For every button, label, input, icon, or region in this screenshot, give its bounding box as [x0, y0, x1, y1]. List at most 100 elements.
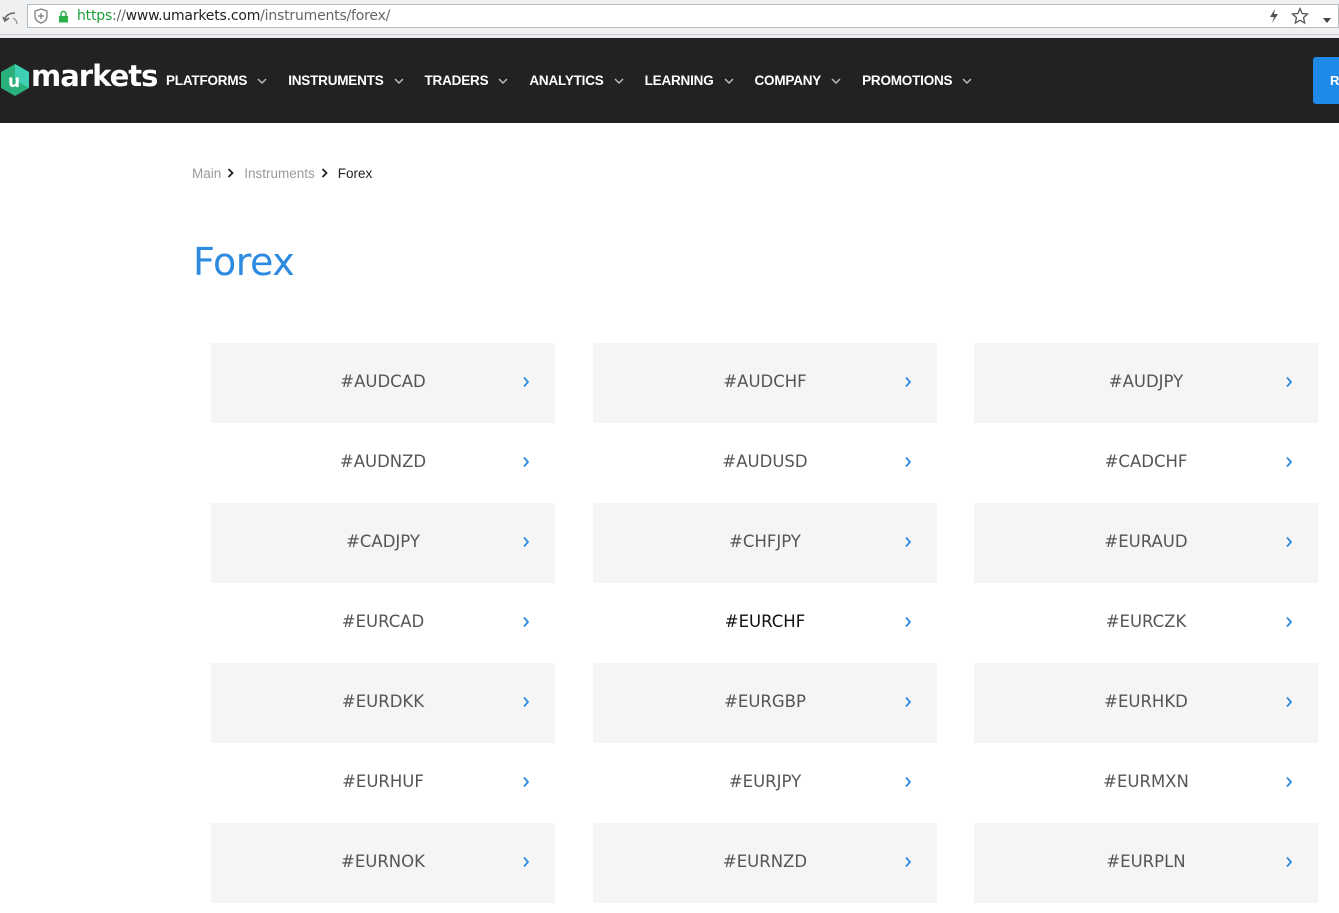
instrument-card[interactable]: #EURNZD: [593, 823, 937, 903]
shield-icon[interactable]: [33, 8, 49, 29]
nav-item-label: ANALYTICS: [529, 73, 604, 88]
chevron-right-icon: [1285, 535, 1293, 553]
chevron-right-icon: [1285, 775, 1293, 793]
logo-hexagon-icon: u: [0, 63, 30, 102]
logo-wordmark: markets: [31, 59, 158, 93]
instrument-symbol: #EURAUD: [1104, 532, 1188, 551]
instrument-card[interactable]: #CHFJPY: [593, 503, 937, 583]
instrument-card[interactable]: #EURMXN: [974, 743, 1318, 823]
url-field[interactable]: https://www.umarkets.com/instruments/for…: [27, 4, 1339, 28]
chevron-right-icon: [904, 615, 912, 633]
instrument-symbol: #EURCZK: [1105, 612, 1187, 631]
instrument-card[interactable]: #AUDJPY: [974, 343, 1318, 423]
instrument-card[interactable]: #EURCZK: [974, 583, 1318, 663]
instrument-card[interactable]: #EURCHF: [593, 583, 937, 663]
nav-item-label: TRADERS: [424, 73, 489, 88]
breadcrumb-current: Forex: [337, 166, 373, 181]
nav-item-label: LEARNING: [644, 73, 714, 88]
instrument-card[interactable]: #AUDCHF: [593, 343, 937, 423]
chevron-down-icon: [393, 73, 404, 88]
nav-item-label: COMPANY: [754, 73, 822, 88]
chevron-down-icon: [614, 73, 624, 88]
chevron-right-icon: [522, 615, 530, 633]
breadcrumb-instruments[interactable]: Instruments: [244, 166, 315, 181]
instrument-symbol: #EURCHF: [724, 612, 806, 631]
instrument-symbol: #EURGBP: [724, 692, 806, 711]
chevron-right-icon: [227, 166, 235, 181]
chevron-down-icon: [723, 73, 734, 88]
chevron-down-icon: [498, 73, 508, 88]
chevron-right-icon: [904, 375, 912, 393]
chevron-right-icon: [522, 855, 530, 873]
back-icon[interactable]: [0, 6, 22, 28]
instrument-card[interactable]: #CADJPY: [211, 503, 555, 583]
instrument-card[interactable]: #AUDNZD: [211, 423, 555, 503]
instrument-card[interactable]: #EURJPY: [593, 743, 937, 823]
instrument-symbol: #AUDNZD: [339, 452, 427, 471]
instrument-card[interactable]: #AUDUSD: [593, 423, 937, 503]
instrument-card[interactable]: #EURCAD: [211, 583, 555, 663]
nav-item-instruments[interactable]: INSTRUMENTS: [288, 73, 404, 88]
breadcrumb-main[interactable]: Main: [192, 166, 221, 181]
chevron-down-icon: [257, 73, 267, 88]
instrument-symbol: #AUDCHF: [723, 372, 807, 391]
nav-cta-button[interactable]: R: [1313, 57, 1339, 104]
instrument-card[interactable]: #CADCHF: [974, 423, 1318, 503]
chevron-right-icon: [904, 535, 912, 553]
dropdown-arrow-icon[interactable]: [1322, 12, 1332, 30]
nav-item-analytics[interactable]: ANALYTICS: [529, 73, 624, 88]
instrument-symbol: #EURNZD: [722, 852, 808, 871]
nav-item-traders[interactable]: TRADERS: [425, 73, 509, 88]
instrument-symbol: #AUDUSD: [722, 452, 808, 471]
instrument-symbol: #CADCHF: [1104, 452, 1188, 471]
instrument-symbol: #EURJPY: [728, 772, 802, 791]
bookmark-star-icon[interactable]: [1290, 6, 1310, 30]
url-scheme: https: [77, 8, 113, 24]
lightning-icon[interactable]: [1267, 8, 1281, 29]
chevron-right-icon: [522, 455, 530, 473]
instrument-card[interactable]: #EURAUD: [974, 503, 1318, 583]
chevron-right-icon: [1285, 375, 1293, 393]
chevron-right-icon: [321, 166, 328, 181]
chevron-right-icon: [1285, 695, 1293, 713]
instrument-card[interactable]: #AUDCAD: [211, 343, 555, 423]
logo-letter: u: [8, 72, 20, 92]
nav-item-label: INSTRUMENTS: [288, 73, 384, 88]
lock-icon: [57, 10, 70, 28]
instrument-card[interactable]: #EURGBP: [593, 663, 937, 743]
instrument-symbol: #EURHKD: [1104, 692, 1188, 711]
chevron-down-icon: [831, 73, 841, 88]
chevron-right-icon: [522, 535, 530, 553]
url-path: /instruments/forex/: [260, 8, 391, 24]
url-separator: ://: [112, 8, 126, 24]
chevron-right-icon: [904, 455, 912, 473]
browser-address-bar: https://www.umarkets.com/instruments/for…: [0, 0, 1339, 35]
instrument-symbol: #CADJPY: [346, 532, 420, 551]
instrument-symbol: #AUDCAD: [340, 372, 426, 391]
instrument-card[interactable]: #EURDKK: [211, 663, 555, 743]
nav-item-promotions[interactable]: PROMOTIONS: [862, 73, 972, 88]
chevron-right-icon: [522, 695, 530, 713]
instrument-card[interactable]: #EURHKD: [974, 663, 1318, 743]
chevron-right-icon: [904, 775, 912, 793]
instrument-symbol: #EURMXN: [1103, 772, 1189, 791]
instrument-symbol: #EURDKK: [341, 692, 425, 711]
instrument-symbol: #EURPLN: [1106, 852, 1186, 871]
nav-item-platforms[interactable]: PLATFORMS: [166, 73, 267, 88]
nav-item-company[interactable]: COMPANY: [755, 73, 842, 88]
instrument-symbol: #CHFJPY: [729, 532, 801, 551]
nav-item-label: PROMOTIONS: [862, 73, 953, 88]
instrument-card[interactable]: #EURNOK: [211, 823, 555, 903]
chevron-right-icon: [904, 695, 912, 713]
instrument-card[interactable]: #EURPLN: [974, 823, 1318, 903]
chevron-down-icon: [962, 73, 972, 88]
page-title: Forex: [193, 240, 295, 284]
chevron-right-icon: [522, 775, 530, 793]
instrument-symbol: #EURHUF: [342, 772, 424, 791]
site-header: u markets PLATFORMS INSTRUMENTS TRADERS ANA…: [0, 38, 1339, 123]
chevron-right-icon: [1285, 855, 1293, 873]
nav-item-learning[interactable]: LEARNING: [645, 73, 734, 88]
nav-item-label: PLATFORMS: [166, 73, 248, 88]
instrument-card[interactable]: #EURHUF: [211, 743, 555, 823]
url-host: www.umarkets.com: [125, 8, 261, 24]
